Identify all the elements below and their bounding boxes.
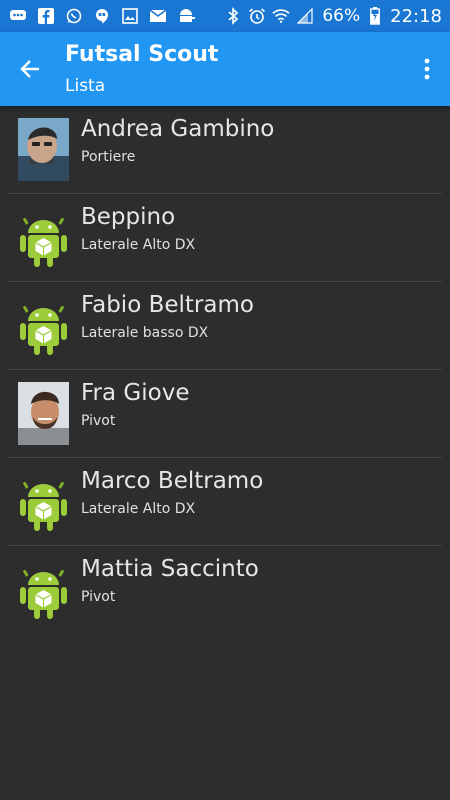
avatar (18, 118, 69, 181)
hangouts-icon (92, 8, 112, 24)
gallery-icon (120, 8, 140, 24)
whatsapp-icon (64, 8, 84, 24)
android-icon (20, 305, 67, 355)
status-bar: 66% 22:18 (0, 0, 450, 32)
player-photo-icon (18, 382, 69, 445)
android-icon (20, 217, 67, 267)
system-icons: 66% 22:18 (218, 6, 442, 27)
list-item[interactable]: Beppino Laterale Alto DX (0, 194, 450, 282)
more-vert-icon (424, 58, 430, 80)
player-name: Mattia Saccinto (81, 556, 259, 582)
page-subtitle: Lista (65, 76, 106, 96)
chat-bubble-icon (8, 8, 28, 24)
player-name: Marco Beltramo (81, 468, 264, 494)
player-role: Pivot (81, 413, 116, 429)
app-bar: Futsal Scout Lista (0, 32, 450, 106)
android-icon (20, 569, 67, 619)
gmail-icon (148, 8, 168, 24)
android-debug-icon (176, 8, 196, 24)
player-role: Pivot (81, 589, 116, 605)
alarm-icon (248, 7, 266, 25)
list-item[interactable]: Marco Beltramo Laterale Alto DX (0, 458, 450, 546)
player-list: Andrea Gambino Portiere Beppino Laterale… (0, 106, 450, 634)
avatar (18, 382, 69, 445)
android-icon (20, 481, 67, 531)
player-name: Fra Giove (81, 380, 190, 406)
list-item[interactable]: Fabio Beltramo Laterale basso DX (0, 282, 450, 370)
battery-percentage: 66% (322, 6, 361, 26)
wifi-icon (272, 7, 290, 25)
player-role: Laterale basso DX (81, 325, 209, 341)
bluetooth-icon (224, 7, 242, 25)
notification-icons (8, 8, 204, 24)
list-item[interactable]: Fra Giove Pivot (0, 370, 450, 458)
avatar (18, 206, 69, 269)
battery-icon (366, 7, 384, 25)
back-button[interactable] (10, 49, 50, 89)
player-photo-icon (18, 118, 69, 181)
facebook-icon (36, 8, 56, 24)
list-item[interactable]: Andrea Gambino Portiere (0, 106, 450, 194)
page-title: Futsal Scout (65, 42, 219, 67)
player-name: Beppino (81, 204, 176, 230)
player-role: Laterale Alto DX (81, 237, 196, 253)
player-role: Portiere (81, 149, 136, 165)
player-name: Andrea Gambino (81, 116, 275, 142)
clock: 22:18 (390, 5, 442, 27)
avatar (18, 470, 69, 533)
player-role: Laterale Alto DX (81, 501, 196, 517)
avatar (18, 558, 69, 621)
back-arrow-icon (20, 60, 39, 78)
avatar (18, 294, 69, 357)
list-item[interactable]: Mattia Saccinto Pivot (0, 546, 450, 634)
signal-icon (296, 7, 314, 25)
player-name: Fabio Beltramo (81, 292, 254, 318)
overflow-menu-button[interactable] (412, 49, 442, 89)
